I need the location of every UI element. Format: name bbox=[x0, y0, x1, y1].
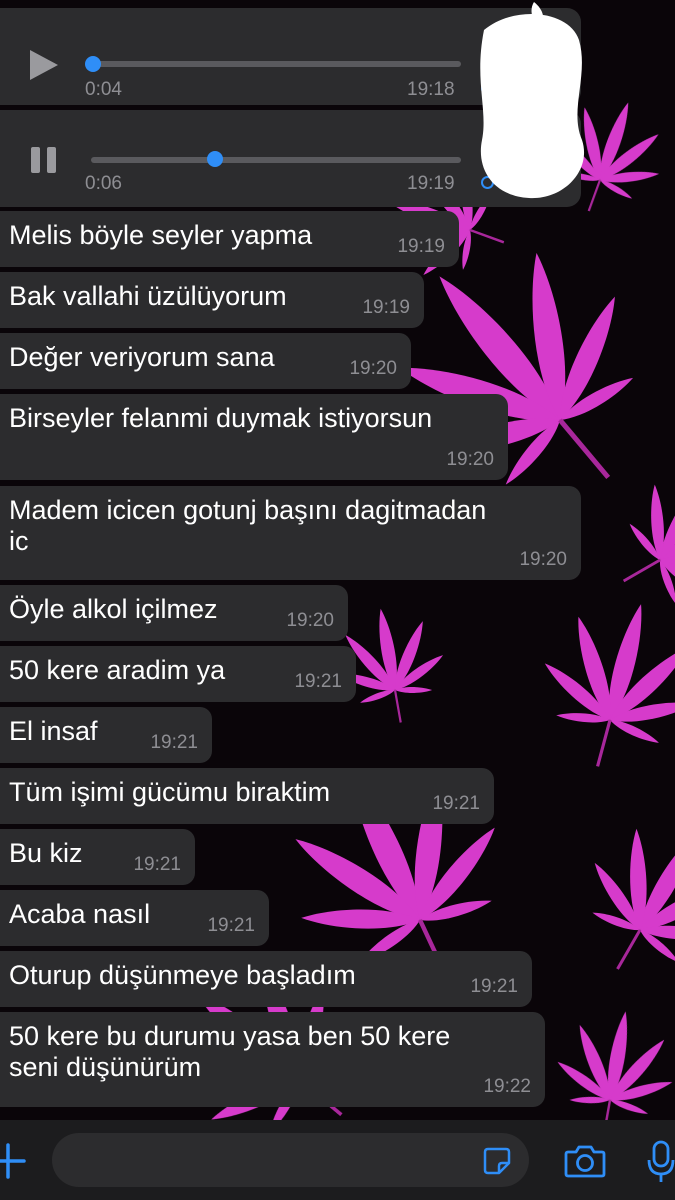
plus-icon[interactable] bbox=[0, 1141, 28, 1181]
incoming-message[interactable]: 50 kere bu durumu yasa ben 50 kere seni … bbox=[0, 1012, 545, 1107]
message-timestamp: 19:20 bbox=[446, 449, 494, 470]
message-text: Tüm işimi gücümu biraktim bbox=[9, 777, 331, 807]
message-timestamp: 19:20 bbox=[519, 549, 567, 570]
message-timestamp: 19:20 bbox=[349, 358, 397, 379]
message-timestamp: 19:21 bbox=[207, 915, 255, 936]
incoming-message[interactable]: Tüm işimi gücümu biraktim 19:21 bbox=[0, 768, 494, 824]
message-timestamp: 19:19 bbox=[407, 173, 455, 194]
incoming-message[interactable]: Madem icicen gotunj başını dagitmadan ic… bbox=[0, 486, 581, 580]
pause-icon[interactable] bbox=[30, 146, 58, 174]
message-input[interactable] bbox=[52, 1133, 529, 1187]
message-timestamp: 19:22 bbox=[483, 1076, 531, 1097]
message-timestamp: 19:20 bbox=[286, 610, 334, 631]
audio-scrubber-knob[interactable] bbox=[207, 151, 224, 167]
incoming-message[interactable]: Melis böyle seyler yapma 19:19 bbox=[0, 211, 459, 267]
message-text: 50 kere aradim ya bbox=[9, 655, 226, 685]
sticker-icon[interactable] bbox=[482, 1146, 512, 1176]
message-timestamp: 19:19 bbox=[362, 297, 410, 318]
message-text: 50 kere bu durumu yasa ben 50 kere seni … bbox=[9, 1021, 451, 1082]
message-text: Öyle alkol içilmez bbox=[9, 594, 218, 624]
message-text: Madem icicen gotunj başını dagitmadan ic bbox=[9, 495, 487, 556]
audio-scrubber-knob[interactable] bbox=[85, 56, 101, 72]
incoming-message[interactable]: Oturup düşünmeye başladım 19:21 bbox=[0, 951, 532, 1007]
redaction-scribble bbox=[480, 2, 585, 199]
message-timestamp: 19:21 bbox=[294, 671, 342, 692]
audio-duration: 0:04 bbox=[85, 79, 122, 100]
message-text: Bak vallahi üzülüyorum bbox=[9, 281, 287, 311]
message-text: Değer veriyorum sana bbox=[9, 342, 275, 372]
message-text: El insaf bbox=[9, 716, 98, 746]
audio-progress-track[interactable] bbox=[91, 61, 461, 67]
message-text: Melis böyle seyler yapma bbox=[9, 220, 313, 250]
play-icon[interactable] bbox=[28, 48, 60, 82]
incoming-message[interactable]: Acaba nasıl 19:21 bbox=[0, 890, 269, 946]
message-timestamp: 19:18 bbox=[407, 79, 455, 100]
camera-icon[interactable] bbox=[564, 1144, 606, 1178]
message-timestamp: 19:21 bbox=[470, 976, 518, 997]
incoming-message[interactable]: Değer veriyorum sana 19:20 bbox=[0, 333, 411, 389]
message-text: Bu kiz bbox=[9, 838, 83, 868]
message-text: Birseyler felanmi duymak istiyorsun bbox=[9, 403, 433, 433]
message-timestamp: 19:21 bbox=[133, 854, 181, 875]
incoming-message[interactable]: Bu kiz 19:21 bbox=[0, 829, 195, 885]
incoming-message[interactable]: Birseyler felanmi duymak istiyorsun 19:2… bbox=[0, 394, 508, 480]
message-text: Acaba nasıl bbox=[9, 899, 151, 929]
incoming-message[interactable]: Bak vallahi üzülüyorum 19:19 bbox=[0, 272, 424, 328]
incoming-message[interactable]: Öyle alkol içilmez 19:20 bbox=[0, 585, 348, 641]
message-timestamp: 19:21 bbox=[150, 732, 198, 753]
audio-progress-track[interactable] bbox=[91, 157, 461, 163]
message-timestamp: 19:21 bbox=[432, 793, 480, 814]
microphone-icon[interactable] bbox=[646, 1140, 675, 1184]
message-input-bar bbox=[0, 1120, 675, 1200]
audio-duration: 0:06 bbox=[85, 173, 122, 194]
message-text: Oturup düşünmeye başladım bbox=[9, 960, 356, 990]
incoming-message[interactable]: 50 kere aradim ya 19:21 bbox=[0, 646, 356, 702]
message-timestamp: 19:19 bbox=[397, 236, 445, 257]
incoming-message[interactable]: El insaf 19:21 bbox=[0, 707, 212, 763]
